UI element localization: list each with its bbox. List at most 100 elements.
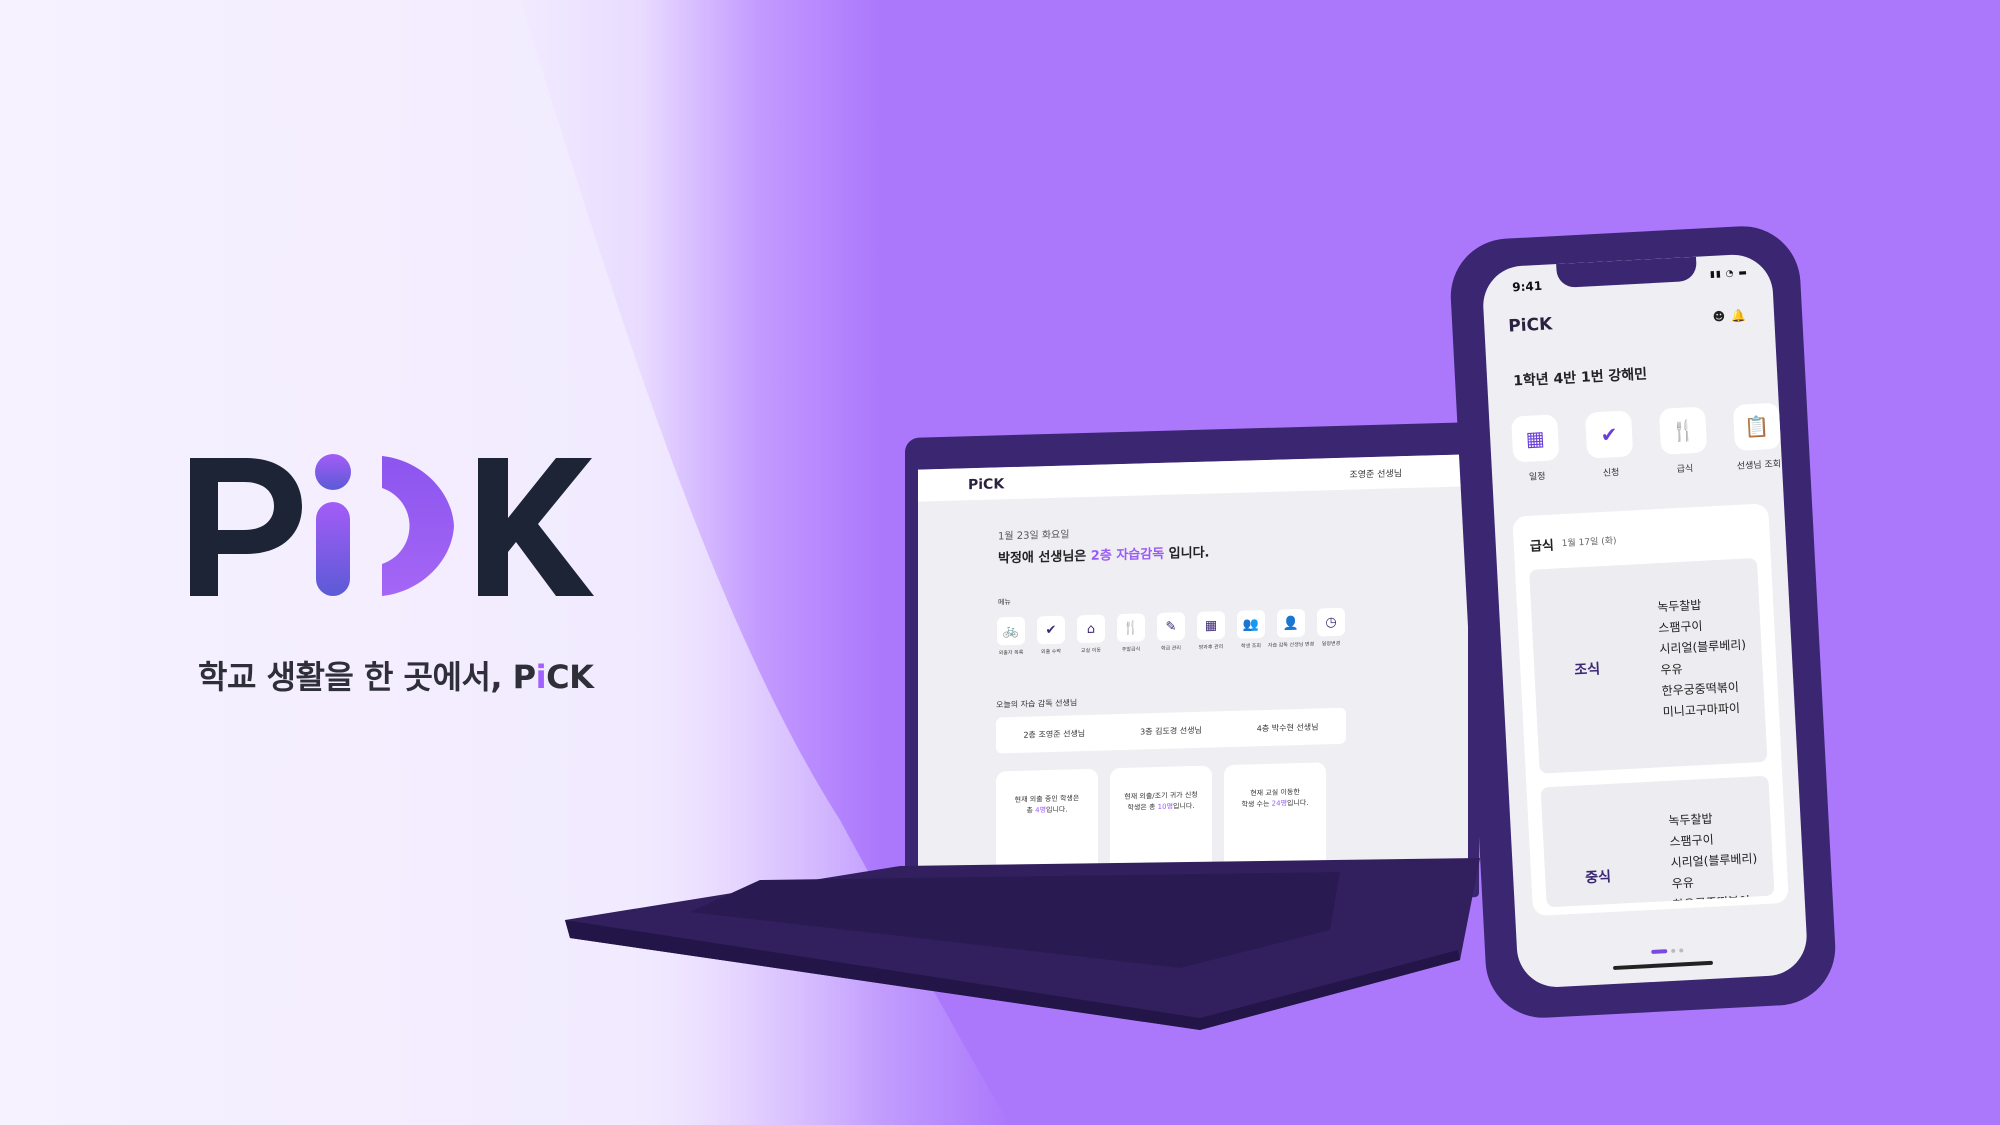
card-suffix: 입니다. <box>1287 798 1309 807</box>
card-count: 4명 <box>1035 805 1047 814</box>
home-indicator[interactable] <box>1612 960 1714 971</box>
menu-label: 주말급식 <box>1121 646 1141 653</box>
supervisor-4f: 4층 박수현 선생님 <box>1256 721 1319 733</box>
calendar-icon: ▦ <box>1197 611 1225 640</box>
meal-name: 조식 <box>1574 661 1601 679</box>
tagline-suffix: CK <box>546 658 594 696</box>
outing-card[interactable]: 현재 외출 중인 학생은 총 4명입니다. <box>996 768 1098 882</box>
meal-items: 녹두찰밥 스팸구이 시리얼(블루베리) 우유 한우궁중떡볶이 미니고구마파이 <box>1657 593 1750 723</box>
status-time: 9:41 <box>1511 278 1543 295</box>
menu-label: 일정변경 <box>1321 640 1341 648</box>
meal-panel: 급식 1월 17일 (화) 조식 녹두찰밥 스팸구이 시리얼(블루베리) 우유 … <box>1512 503 1789 917</box>
headline-suffix: 입니다. <box>1164 545 1210 562</box>
card-prefix: 총 <box>1026 805 1036 815</box>
tagline: 학교 생활을 한 곳에서, PiCK <box>198 652 598 698</box>
teacher-icon: 👤 <box>1277 608 1305 638</box>
card-line: 총 4명입니다. <box>996 803 1098 816</box>
laptop-headline: 박정애 선생님은 2층 자습감독 입니다. <box>998 542 1210 567</box>
classroom-icon: ⌂ <box>1077 614 1105 644</box>
battery-icon: ▬ <box>1738 268 1749 279</box>
phone-menu: ▦ 일정 ✔ 신청 🍴 급식 📋 선생님 조회 <box>1509 402 1784 483</box>
wifi-icon: ◔ <box>1725 268 1735 280</box>
profile-icon[interactable]: ☻ <box>1712 309 1731 324</box>
laptop-screen: PiCK 조영준 선생님 1월 23일 화요일 박정애 선생님은 2층 자습감독… <box>918 454 1468 902</box>
menu-label: 교실 이동 <box>1081 647 1101 655</box>
headline-highlight: 2층 자습감독 <box>1090 546 1165 564</box>
early-return-card[interactable]: 현재 외출/조기 귀가 신청 학생은 총 10명입니다. <box>1110 765 1212 879</box>
menu-label: 방과후 관리 <box>1198 644 1224 651</box>
student-name: 1학년 4반 1번 강해민 <box>1512 366 1648 390</box>
menu-label: 외출자 목록 <box>998 649 1024 657</box>
laptop-menu-classroom-move[interactable]: ⌂ 교실 이동 <box>1076 614 1106 654</box>
phone-menu-meal[interactable]: 🍴 급식 <box>1657 406 1710 476</box>
calendar-icon: ▦ <box>1511 414 1560 463</box>
card-count: 24명 <box>1271 798 1288 808</box>
edit-icon: ✎ <box>1157 612 1185 642</box>
meal-items: 녹두찰밥 스팸구이 시리얼(블루베리) 우유 한우궁중떡볶이 <box>1668 806 1760 908</box>
check-icon: ✔ <box>1584 410 1634 459</box>
menu-label: 외출 수락 <box>1041 648 1061 656</box>
meal-panel-title: 급식 <box>1529 538 1555 555</box>
supervisor-2f: 2층 조영준 선생님 <box>1023 728 1086 740</box>
meal-icon: 🍴 <box>1117 613 1145 643</box>
menu-label: 급식 <box>1676 464 1694 476</box>
card-count: 10명 <box>1157 802 1174 811</box>
laptop-menu-weekend-meal[interactable]: 🍴 주말급식 <box>1116 613 1146 653</box>
card-line: 학생 수는 24명입니다. <box>1224 797 1326 810</box>
phone-menu-apply[interactable]: ✔ 신청 <box>1583 410 1636 480</box>
phone-header-actions: ☻🔔 <box>1712 308 1752 324</box>
meal-name: 중식 <box>1584 869 1612 887</box>
pager-dot[interactable] <box>1679 948 1684 953</box>
menu-label: 선생님 조회 <box>1736 459 1782 472</box>
phone-menu-teacher[interactable]: 📋 선생님 조회 <box>1731 402 1784 472</box>
supervisor-3f: 3층 김도경 선생님 <box>1140 725 1202 736</box>
pager-dot[interactable] <box>1671 948 1676 953</box>
phone-menu-schedule[interactable]: ▦ 일정 <box>1509 414 1562 484</box>
laptop-menu-afterschool[interactable]: ▦ 방과후 관리 <box>1196 611 1226 651</box>
laptop-menu-outing-accept[interactable]: ✔ 외출 수락 <box>1036 615 1066 656</box>
pager-dot-active[interactable] <box>1651 949 1668 955</box>
bell-icon[interactable]: 🔔 <box>1731 308 1753 323</box>
laptop-menu-student-search[interactable]: 👥 학생 조회 <box>1236 609 1266 650</box>
meal-card-lunch[interactable]: 중식 녹두찰밥 스팸구이 시리얼(블루베리) 우유 한우궁중떡볶이 <box>1540 775 1775 908</box>
classroom-move-card[interactable]: 현재 교실 이동한 학생 수는 24명입니다. <box>1224 762 1326 876</box>
meal-icon: 🍴 <box>1658 406 1708 455</box>
menu-label: 신청 <box>1602 468 1620 479</box>
phone: 9:41 ▮▮ ◔ ▬ PiCK ☻🔔 1학년 4반 1번 강해민 ▦ 일정 ✔ 신… <box>1447 223 1839 1021</box>
laptop-logo[interactable]: PiCK <box>968 476 1004 493</box>
meal-pager[interactable] <box>1651 948 1684 955</box>
menu-label: 학생 조회 <box>1241 643 1261 650</box>
menu-label: 일정 <box>1528 471 1546 483</box>
phone-screen: 9:41 ▮▮ ◔ ▬ PiCK ☻🔔 1학년 4반 1번 강해민 ▦ 일정 ✔ 신… <box>1481 252 1809 989</box>
meal-item: 미니고구마파이 <box>1662 701 1741 720</box>
meal-panel-date: 1월 17일 (화) <box>1561 536 1617 550</box>
meal-card-breakfast[interactable]: 조식 녹두찰밥 스팸구이 시리얼(블루베리) 우유 한우궁중떡볶이 미니고구마파… <box>1529 557 1768 774</box>
card-suffix: 입니다. <box>1046 805 1068 814</box>
laptop-menu-schedule-change[interactable]: ◷ 일정변경 <box>1316 607 1346 648</box>
headline-prefix: 박정애 선생님은 <box>998 548 1091 567</box>
supervision-title: 오늘의 자습 감독 선생님 <box>996 698 1078 710</box>
clipboard-icon: 📋 <box>1732 402 1782 451</box>
card-suffix: 입니다. <box>1173 801 1195 811</box>
bicycle-icon: 🚲 <box>997 616 1025 646</box>
menu-label: 자습 감독 선생님 변경 <box>1267 641 1315 649</box>
laptop-menu-outing-list[interactable]: 🚲 외출자 목록 <box>996 616 1026 657</box>
card-prefix: 학생은 총 <box>1127 802 1158 812</box>
laptop-menu: 🚲 외출자 목록 ✔ 외출 수락 ⌂ 교실 이동 🍴 주말급식 ✎ 학급 관리 ▦ 방과후 … <box>996 607 1346 657</box>
status-icons: ▮▮ ◔ ▬ <box>1710 268 1749 280</box>
laptop-user-name[interactable]: 조영준 선생님 <box>1349 466 1402 480</box>
tagline-accent: i <box>535 658 547 696</box>
clock-icon: ◷ <box>1317 607 1345 637</box>
pick-logo <box>190 454 594 596</box>
laptop-menu-label: 메뉴 <box>998 598 1011 607</box>
status-cards: 현재 외출 중인 학생은 총 4명입니다. 현재 외출/조기 귀가 신청 학생은 총… <box>996 762 1326 882</box>
signal-icon: ▮▮ <box>1709 269 1723 281</box>
menu-label: 학급 관리 <box>1161 645 1181 652</box>
phone-logo[interactable]: PiCK <box>1508 314 1553 336</box>
tagline-text: 학교 생활을 한 곳에서, P <box>198 658 536 696</box>
laptop-menu-class-manage[interactable]: ✎ 학급 관리 <box>1156 612 1186 652</box>
laptop-menu-teacher-change[interactable]: 👤 자습 감독 선생님 변경 <box>1268 608 1314 649</box>
laptop-date: 1월 23일 화요일 <box>998 529 1070 543</box>
card-prefix: 학생 수는 <box>1241 799 1272 809</box>
students-icon: 👥 <box>1237 609 1265 639</box>
